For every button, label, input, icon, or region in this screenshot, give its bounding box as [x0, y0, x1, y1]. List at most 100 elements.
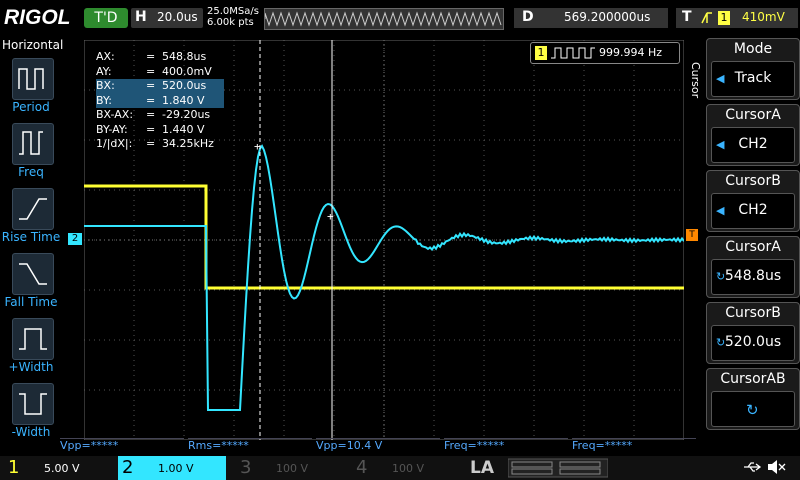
cursor-readout-value: 400.0mV: [162, 64, 212, 78]
cursor-readout-value: 548.8us: [162, 50, 207, 63]
trigger-level: 410mV: [742, 10, 785, 24]
menu-box-title: CursorB: [725, 305, 781, 321]
channel-scale: 100 V: [392, 462, 425, 475]
channel-number: 4: [356, 457, 368, 478]
cursor-menu-cursorb-2[interactable]: CursorB ◀ CH2: [706, 170, 800, 232]
horizontal-timebase[interactable]: H 20.0us: [131, 8, 203, 28]
cursor-readout-row: 1/|dX|: = 34.25kHz: [96, 137, 224, 152]
cursor-readout-value: 520.0us: [162, 79, 207, 92]
cursor-readout-label: BY-AY:: [96, 122, 128, 136]
measure-fall-time-button[interactable]: [12, 253, 54, 295]
menu-box-title: Mode: [733, 41, 773, 57]
cursor-readout-equals: =: [146, 93, 156, 107]
measure-label: +Width: [8, 360, 54, 374]
channel-number: 2: [122, 457, 134, 478]
menu-box-title: CursorAB: [720, 371, 786, 387]
cursor-readout-value: 1.840 V: [162, 93, 205, 107]
measure-freq-button[interactable]: [12, 123, 54, 165]
delay-label: D: [522, 9, 534, 25]
menu-box-value-field[interactable]: ◀ CH2: [711, 127, 795, 163]
svg-text:+: +: [327, 210, 334, 223]
square-wave-icon: [551, 47, 595, 59]
channel-2-indicator[interactable]: 2 1.00 V: [118, 456, 226, 480]
horizontal-delay[interactable]: D 569.200000us: [514, 8, 668, 28]
speaker-muted-icon[interactable]: [766, 458, 786, 476]
cursor-readout-label: AX:: [96, 50, 115, 63]
measure-label: Freq: [18, 165, 44, 179]
channel-4-indicator[interactable]: 4 100 V: [352, 456, 460, 480]
freq-icon: [19, 131, 43, 155]
menu-box-value-field[interactable]: ↻: [711, 391, 795, 427]
cursor-readout-row: AX: = 548.8us: [96, 50, 224, 65]
period-icon: [18, 68, 44, 90]
trigger-box[interactable]: T 1 410mV: [676, 8, 798, 28]
measure-width-button[interactable]: [12, 383, 54, 425]
usb-icon: [744, 462, 762, 472]
rigol-logo: RIGOL: [4, 6, 71, 29]
measure-width-button[interactable]: [12, 318, 54, 360]
timebase-value: 20.0us: [157, 10, 198, 24]
measurement-item[interactable]: Freq=*****: [444, 438, 568, 453]
measure-label: Fall Time: [4, 295, 58, 309]
cursor-readout-equals: =: [146, 79, 156, 92]
delay-value: 569.200000us: [564, 10, 651, 24]
cursor-readout-label: BX-AX:: [96, 108, 134, 121]
measure-period-button[interactable]: [12, 58, 54, 100]
cursor-menu-mode-0[interactable]: Mode ◀ Track: [706, 38, 800, 100]
trigger-status-badge: T'D: [84, 8, 128, 28]
channel-number: 1: [8, 457, 20, 478]
measurement-item[interactable]: Rms=*****: [188, 438, 312, 453]
cursor-readout: AX: = 548.8us AY: = 400.0mV BX: = 520.0us BY: = 1.8…: [96, 50, 224, 152]
fall-time-icon: [19, 263, 47, 285]
counter-channel-badge: 1: [535, 46, 547, 60]
cursor-menu-cursora-1[interactable]: CursorA ◀ CH2: [706, 104, 800, 166]
sample-info: 25.0MSa/s 6.00k pts: [207, 6, 259, 28]
horizontal-menu-title: Horizontal: [2, 38, 64, 52]
cursor-readout-equals: =: [146, 137, 156, 150]
cursor-readout-value: 1.440 V: [162, 122, 205, 136]
cursor-readout-row: BY: = 1.840 V: [96, 93, 224, 108]
cursor-readout-label: BX:: [96, 79, 115, 92]
memory-depth: 6.00k pts: [207, 17, 254, 28]
channel-2-offset-marker[interactable]: 2: [68, 233, 82, 245]
menu-box-value-field[interactable]: ◀ Track: [711, 61, 795, 97]
menu-box-value-field[interactable]: ↻ 520.0us: [711, 325, 795, 361]
measure-rise-time-button[interactable]: [12, 188, 54, 230]
measurement-item[interactable]: Freq=*****: [572, 438, 696, 453]
cursor-readout-equals: =: [146, 122, 156, 136]
measurement-item[interactable]: Vpp=10.4 V: [316, 438, 440, 453]
measure-label: Rise Time: [1, 230, 61, 244]
channel-1-indicator[interactable]: 1 5.00 V: [4, 456, 112, 480]
channel-scale: 100 V: [276, 462, 309, 475]
menu-box-value: CH2: [738, 202, 768, 218]
positive-width-icon: [19, 328, 47, 350]
sample-rate: 25.0MSa/s: [207, 6, 259, 17]
menu-box-value-field[interactable]: ↻ 548.8us: [711, 259, 795, 295]
measurement-item[interactable]: Vpp=*****: [60, 438, 184, 453]
frequency-counter: 1 999.994 Hz: [530, 42, 680, 64]
cursor-menu-cursora-3[interactable]: CursorA ↻ 548.8us: [706, 236, 800, 298]
menu-box-title: CursorA: [725, 107, 781, 123]
cursor-readout-label: 1/|dX|:: [96, 137, 133, 150]
menu-box-value: CH2: [738, 136, 768, 152]
channel-3-indicator[interactable]: 3 100 V: [236, 456, 344, 480]
timebase-label: H: [135, 9, 147, 25]
cursor-readout-equals: =: [146, 108, 156, 121]
la-label[interactable]: LA: [470, 458, 494, 478]
menu-box-value: 548.8us: [724, 268, 782, 284]
cursor-menu-cursorab-5[interactable]: CursorAB ↻: [706, 368, 800, 430]
channel-number: 3: [240, 457, 252, 478]
channel-scale: 5.00 V: [44, 462, 80, 475]
trigger-level-marker[interactable]: T: [686, 229, 698, 241]
cursor-menu-cursorb-4[interactable]: CursorB ↻ 520.0us: [706, 302, 800, 364]
cursor-readout-row: AY: = 400.0mV: [96, 65, 224, 80]
menu-box-value-field[interactable]: ◀ CH2: [711, 193, 795, 229]
svg-text:+: +: [254, 140, 261, 153]
menu-box-value: Track: [734, 70, 772, 86]
cursor-readout-row: BY-AY: = 1.440 V: [96, 123, 224, 138]
cursor-readout-label: BY:: [96, 93, 112, 107]
menu-box-title: CursorA: [725, 239, 781, 255]
counter-value: 999.994 Hz: [599, 46, 663, 59]
trigger-source-badge: 1: [718, 11, 730, 25]
top-bar: RIGOL T'D H 20.0us 25.0MSa/s 6.00k pts D…: [0, 0, 800, 36]
